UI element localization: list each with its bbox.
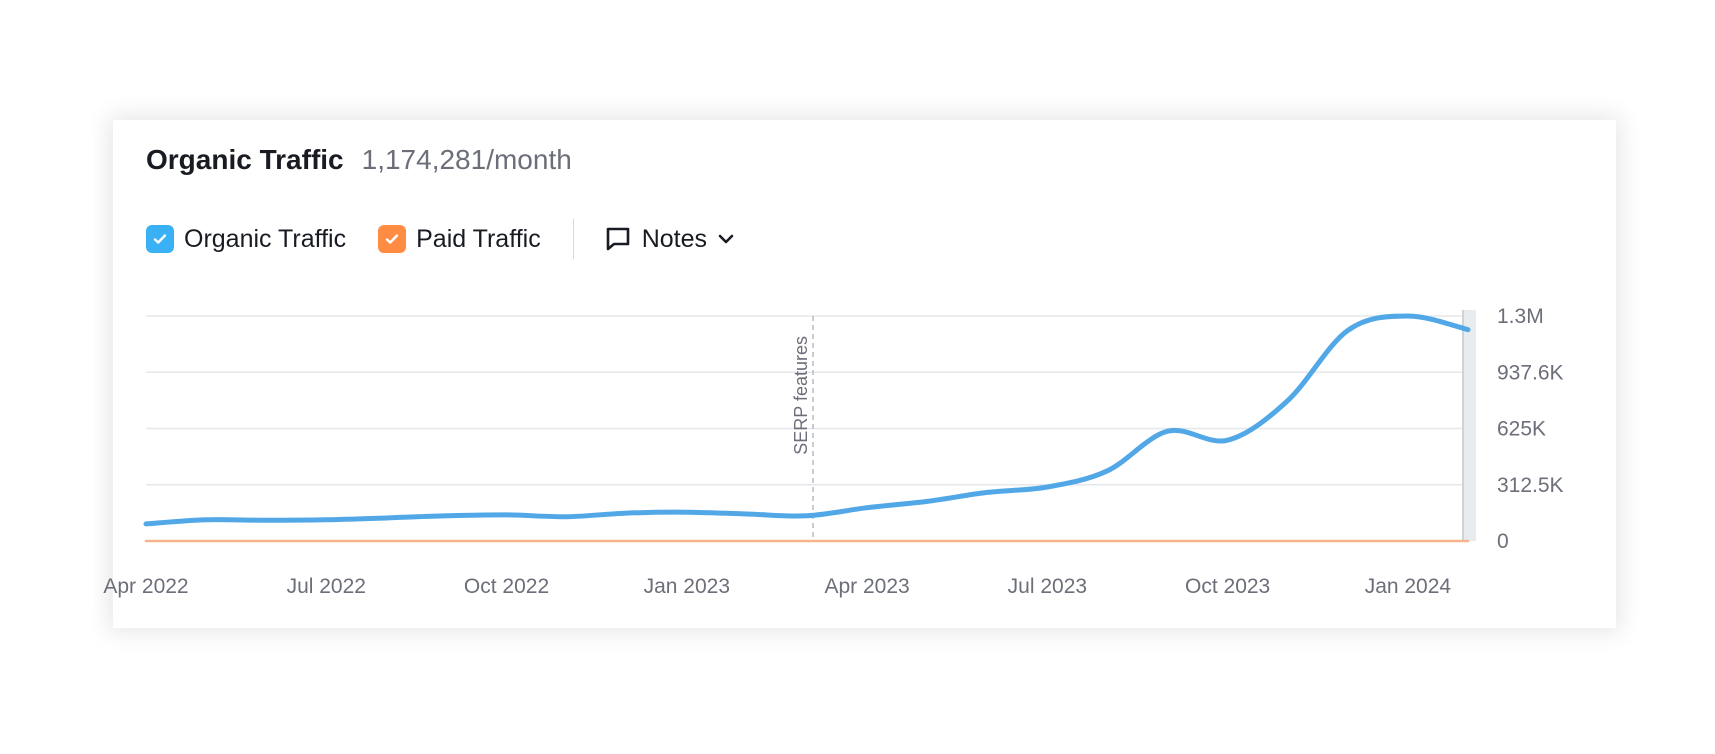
x-tick-label: Jul 2022 xyxy=(287,575,366,598)
x-tick-label: Oct 2022 xyxy=(464,575,549,598)
x-tick-label: Apr 2023 xyxy=(824,575,909,598)
annotation-label: SERP features xyxy=(791,336,811,455)
x-tick-label: Jan 2023 xyxy=(644,575,730,598)
y-tick-label: 312.5K xyxy=(1497,474,1564,497)
x-tick-label: Apr 2022 xyxy=(103,575,188,598)
y-tick-label: 937.6K xyxy=(1497,361,1564,384)
y-tick-label: 1.3M xyxy=(1497,305,1544,328)
y-tick-label: 625K xyxy=(1497,418,1546,441)
x-tick-label: Oct 2023 xyxy=(1185,575,1270,598)
range-handle xyxy=(1462,310,1476,541)
traffic-chart: 0 312.5K 625K 937.6K 1.3M Apr 2022 Jul 2022 Oct… xyxy=(103,305,1564,598)
y-tick-label: 0 xyxy=(1497,530,1509,553)
x-tick-label: Jul 2023 xyxy=(1008,575,1087,598)
x-tick-label: Jan 2024 xyxy=(1365,575,1452,598)
